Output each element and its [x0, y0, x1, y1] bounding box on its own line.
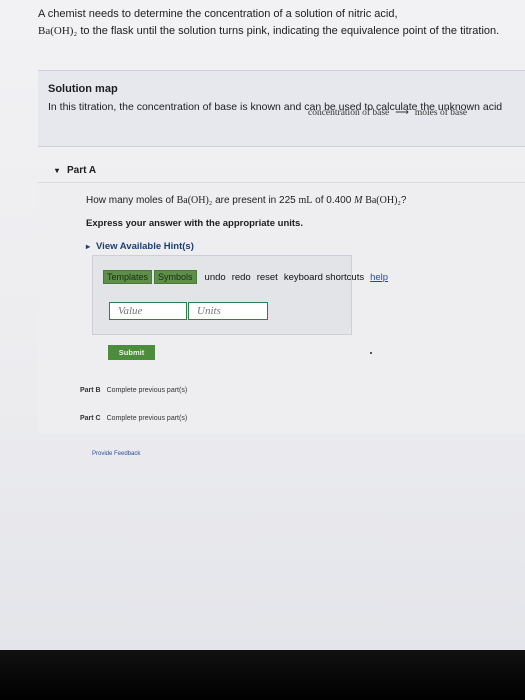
assignment-page: A chemist needs to determine the concent… [0, 0, 525, 650]
answer-instructions: Express your answer with the appropriate… [86, 218, 303, 229]
solution-map-panel: Solution map In this titration, the conc… [38, 70, 525, 147]
provide-feedback-link[interactable]: Provide Feedback [92, 451, 140, 457]
units-input[interactable] [188, 302, 268, 320]
screen-bezel [0, 650, 525, 700]
part-b-row[interactable]: Part B Complete previous part(s) [80, 387, 187, 394]
problem-intro: A chemist needs to determine the concent… [38, 6, 499, 40]
right-arrow-icon: ⟶ [395, 108, 409, 118]
keyboard-shortcuts-link[interactable]: keyboard shortcuts [284, 272, 364, 283]
intro-line-2: Ba(OH)₂ to the flask until the solution … [38, 25, 500, 37]
reset-button[interactable]: reset [257, 272, 278, 283]
solution-map-title: Solution map [48, 83, 118, 95]
undo-button[interactable]: undo [205, 272, 226, 283]
chevron-down-icon: ▾ [55, 166, 60, 175]
intro-formula: Ba(OH)₂ [38, 25, 78, 37]
submit-button[interactable]: Submit [108, 345, 155, 360]
part-a-card: How many moles of Ba(OH)₂ are present in… [38, 182, 525, 433]
intro-line-1: A chemist needs to determine the concent… [38, 8, 398, 20]
symbols-button[interactable]: Symbols [154, 270, 197, 284]
help-link[interactable]: help [370, 272, 388, 283]
part-c-row[interactable]: Part C Complete previous part(s) [80, 415, 187, 422]
templates-button[interactable]: Templates [103, 270, 153, 284]
view-hints-link[interactable]: ▸ View Available Hint(s) [86, 241, 194, 252]
part-a-toggle[interactable]: ▾ Part A [55, 165, 96, 176]
answer-input-panel: Templates Symbols undo redo reset keyboard sh… [92, 255, 388, 335]
math-toolbar: Templates Symbols undo redo reset keyboard sh… [103, 270, 388, 284]
value-input[interactable] [109, 302, 187, 320]
redo-button[interactable]: redo [232, 272, 251, 283]
mouse-cursor-dot [370, 352, 372, 354]
part-a-question: How many moles of Ba(OH)₂ are present in… [86, 195, 407, 206]
chevron-right-icon: ▸ [86, 242, 91, 251]
solution-map-equation: concentration of base ⟶ moles of base [308, 108, 468, 118]
